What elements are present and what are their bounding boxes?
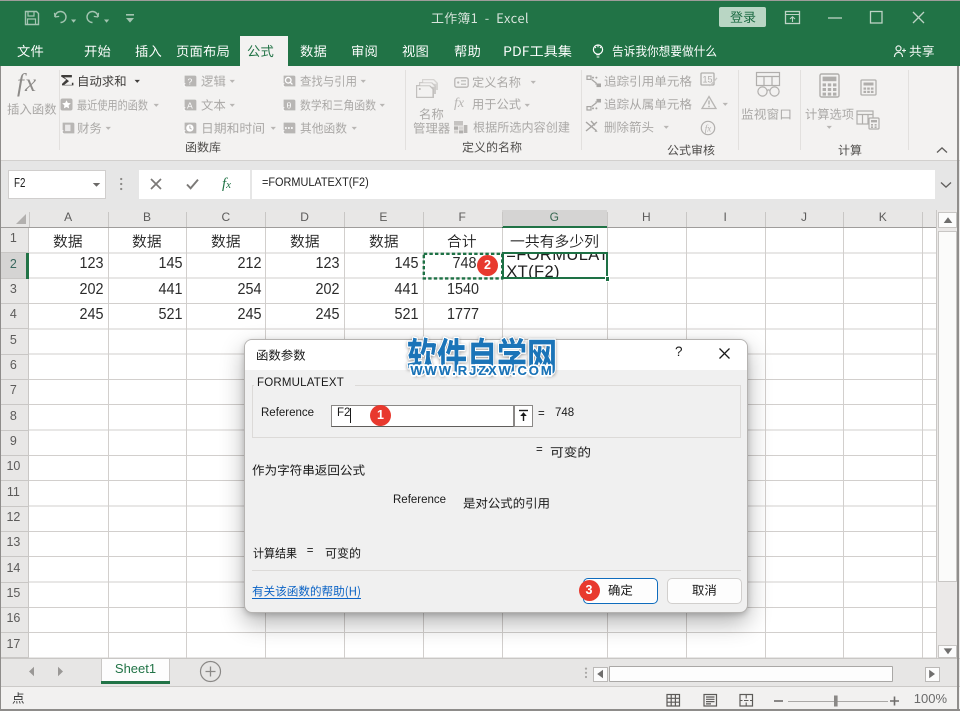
svg-text:A: A (187, 100, 193, 110)
svg-text:15: 15 (702, 75, 712, 85)
svg-text:fx: fx (705, 123, 712, 133)
svg-text:?: ? (187, 76, 192, 86)
svg-text:WWW.RJZXW.COM: WWW.RJZXW.COM (410, 363, 553, 378)
svg-text:θ: θ (287, 101, 292, 112)
